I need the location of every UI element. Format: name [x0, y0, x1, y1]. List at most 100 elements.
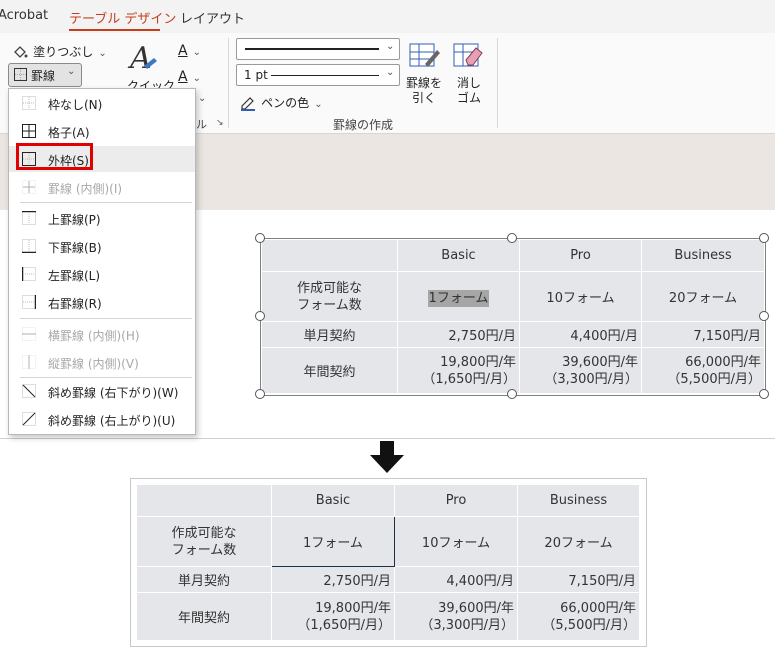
menu-item-diagonal-down[interactable]: 斜め罫線 (右下がり)(W) — [9, 378, 195, 404]
table-cell[interactable]: 39,600円/年 （3,300円/月） — [519, 347, 642, 394]
draw-table-button[interactable]: 罫線を 引く — [404, 40, 444, 110]
all-borders-icon — [22, 124, 36, 138]
menu-item-bottom-border[interactable]: 下罫線(B) — [9, 233, 195, 259]
svg-text:A: A — [127, 41, 152, 74]
shading-button[interactable]: 塗りつぶし ⌄ — [12, 41, 107, 60]
resize-handle[interactable] — [255, 233, 265, 243]
resize-handle[interactable] — [255, 389, 265, 399]
table-cell: 4,400円/月 — [394, 566, 518, 593]
chevron-down-icon: ⌄ — [386, 67, 395, 78]
left-border-icon — [22, 267, 36, 281]
table-cell[interactable]: 19,800円/年 （1,650円/月） — [397, 347, 520, 394]
pen-color-label: ペンの色 — [261, 96, 310, 110]
table-cell-outlined: 1フォーム — [271, 516, 395, 567]
menu-item-label: 枠なし(N) — [48, 98, 103, 112]
resize-handle[interactable] — [759, 233, 769, 243]
menu-item-label: 斜め罫線 (右上がり)(U) — [48, 414, 176, 428]
tab-layout[interactable]: レイアウト — [180, 8, 245, 27]
menu-item-label: 右罫線(R) — [48, 297, 102, 311]
chevron-down-icon: ⌄ — [98, 48, 107, 59]
table-result: Basic Pro Business 作成可能な フォーム数 1フォーム 10フ… — [136, 484, 640, 641]
borders-button[interactable]: 罫線 ⌄ — [8, 63, 82, 87]
eraser-icon — [453, 43, 483, 67]
table-cell[interactable]: 20フォーム — [641, 271, 765, 322]
chevron-down-icon: ⌄ — [192, 73, 202, 84]
inside-vertical-icon — [22, 355, 36, 369]
table-header-cell[interactable]: Pro — [519, 239, 642, 272]
table-cell-selected[interactable]: 1フォーム — [397, 271, 520, 322]
menu-item-left-border[interactable]: 左罫線(L) — [9, 261, 195, 287]
borders-label: 罫線 — [31, 69, 56, 83]
font-color-icon: A — [178, 43, 188, 59]
eraser-button[interactable]: 消し ゴム — [452, 40, 486, 110]
menu-item-label: 縦罫線 (内側)(V) — [48, 357, 139, 371]
table-cell[interactable]: 2,750円/月 — [397, 321, 520, 348]
table-cell: 7,150円/月 — [517, 566, 640, 593]
down-arrow-head-icon — [370, 455, 404, 473]
menu-separator — [20, 202, 192, 203]
menu-item-top-border[interactable]: 上罫線(P) — [9, 205, 195, 231]
table-cell[interactable]: 単月契約 — [261, 321, 398, 348]
menu-item-right-border[interactable]: 右罫線(R) — [9, 289, 195, 315]
menu-item-label: 斜め罫線 (右下がり)(W) — [48, 386, 179, 400]
group-separator — [497, 38, 498, 128]
table-cell[interactable]: 10フォーム — [519, 271, 642, 322]
table-header-cell[interactable] — [261, 239, 398, 272]
table-cell[interactable]: 4,400円/月 — [519, 321, 642, 348]
table-header-cell[interactable]: Business — [641, 239, 765, 272]
diagonal-up-icon — [22, 412, 36, 426]
table-header-row: Basic Pro Business — [136, 484, 640, 517]
tab-acrobat[interactable]: Acrobat — [0, 8, 48, 23]
menu-item-label: 格子(A) — [48, 126, 90, 140]
table-header-cell[interactable]: Basic — [397, 239, 520, 272]
top-border-icon — [22, 211, 36, 225]
table-cell: 年間契約 — [136, 592, 272, 641]
bottom-border-icon — [22, 239, 36, 253]
table-cell: 作成可能な フォーム数 — [136, 516, 272, 567]
borders-menu: 枠なし(N) 格子(A) 外枠(S) 罫線 (内側)(I) 上罫線(P) 下罫線… — [8, 88, 196, 435]
text-style-icon: A — [127, 41, 157, 76]
table-row: 単月契約 2,750円/月 4,400円/月 7,150円/月 — [136, 566, 640, 593]
selected-cell-text: 1フォーム — [427, 290, 490, 307]
resize-handle[interactable] — [507, 389, 517, 399]
menu-item-no-border[interactable]: 枠なし(N) — [9, 90, 195, 116]
resize-handle[interactable] — [507, 233, 517, 243]
table-header-cell: Basic — [271, 484, 395, 517]
tab-table-design[interactable]: テーブル デザイン — [69, 8, 176, 27]
text-outline-icon: A — [178, 69, 188, 85]
table-cell: 20フォーム — [517, 516, 640, 567]
text-outline-button[interactable]: A ⌄ — [178, 66, 201, 85]
wordart-group-label-partial: ル — [196, 118, 207, 131]
menu-item-label: 罫線 (内側)(I) — [48, 182, 123, 196]
table-top[interactable]: Basic Pro Business 作成可能な フォーム数 1フォーム 10フ… — [261, 239, 765, 394]
chevron-down-icon: ⌄ — [386, 41, 395, 52]
draw-table-label: 罫線を 引く — [405, 76, 442, 105]
pen-color-button[interactable]: ペンの色 ⌄ — [240, 92, 323, 111]
resize-handle[interactable] — [255, 311, 265, 321]
table-cell[interactable]: 66,000円/年 （5,500円/月） — [641, 347, 765, 394]
pen-weight-dropdown[interactable]: 1 pt ⌄ — [236, 64, 400, 86]
chevron-down-icon: ⌄ — [67, 66, 76, 77]
pen-style-dropdown[interactable]: ⌄ — [236, 38, 400, 60]
inside-borders-icon — [22, 180, 36, 194]
menu-item-inside-vertical: 縦罫線 (内側)(V) — [9, 349, 195, 375]
paint-bucket-icon — [14, 45, 28, 58]
text-fill-button[interactable]: A ⌄ — [178, 40, 201, 59]
text-effects-chevron-icon[interactable]: ⌄ — [198, 93, 206, 104]
table-cell: 39,600円/年 （3,300円/月） — [394, 592, 518, 641]
table-row: 単月契約 2,750円/月 4,400円/月 7,150円/月 — [261, 321, 765, 348]
resize-handle[interactable] — [759, 311, 769, 321]
table-row: 年間契約 19,800円/年 （1,650円/月） 39,600円/年 （3,3… — [261, 347, 765, 394]
resize-handle[interactable] — [759, 389, 769, 399]
table-row: 作成可能な フォーム数 1フォーム 10フォーム 20フォーム — [136, 516, 640, 567]
table-header-cell: Business — [517, 484, 640, 517]
eraser-label: 消し ゴム — [456, 76, 481, 105]
table-cell[interactable]: 作成可能な フォーム数 — [261, 271, 398, 322]
menu-item-diagonal-up[interactable]: 斜め罫線 (右上がり)(U) — [9, 406, 195, 432]
menu-item-all-borders[interactable]: 格子(A) — [9, 118, 195, 144]
table-cell[interactable]: 7,150円/月 — [641, 321, 765, 348]
pen-style-line — [245, 48, 379, 50]
table-cell: 66,000円/年 （5,500円/月） — [517, 592, 640, 641]
table-cell[interactable]: 年間契約 — [261, 347, 398, 394]
dialog-launcher-icon[interactable]: ↘ — [216, 118, 224, 128]
